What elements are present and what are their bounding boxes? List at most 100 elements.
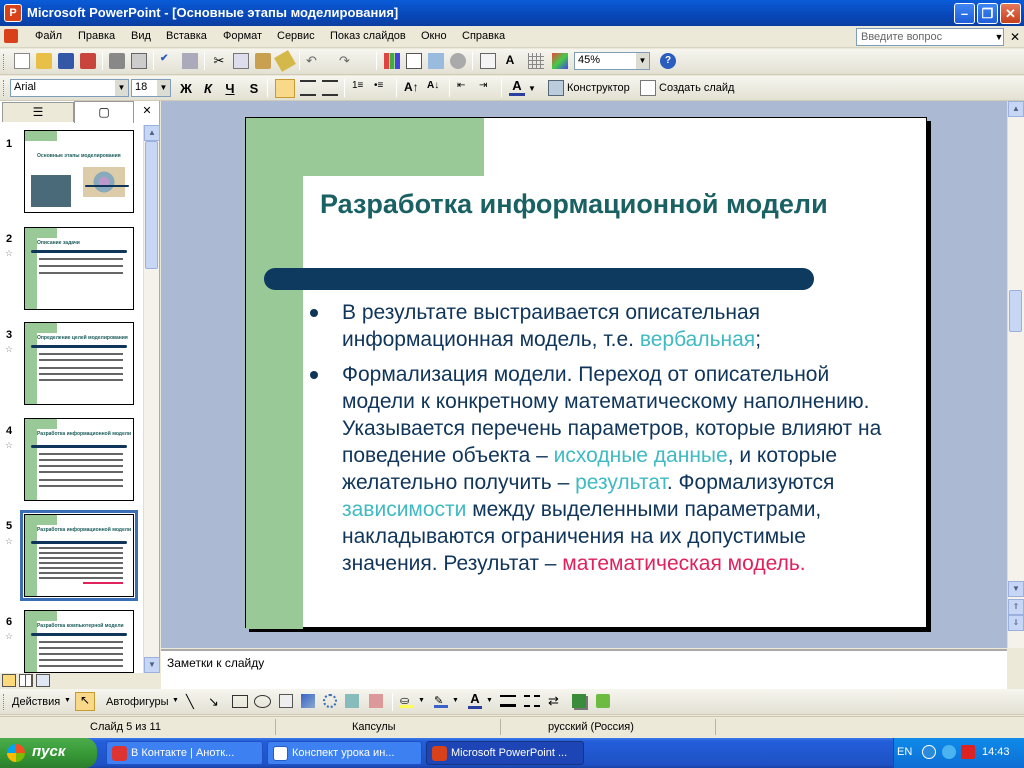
chevron-down-icon[interactable]: ▼ <box>452 697 459 704</box>
close-panel-icon[interactable]: ✕ <box>140 104 154 118</box>
close-document-icon[interactable]: ✕ <box>1010 30 1020 44</box>
open-folder-icon[interactable] <box>36 53 52 69</box>
line-color-icon[interactable]: ✎ <box>434 694 448 708</box>
line-tool-icon[interactable]: ╲ <box>186 694 202 710</box>
save-icon[interactable] <box>58 53 74 69</box>
menu-format[interactable]: Формат <box>223 30 262 42</box>
slide-thumbnail-6[interactable]: Разработка компьютерной модели <box>24 610 134 673</box>
increase-indent-icon[interactable]: ⇥ <box>479 80 495 96</box>
toolbar-grip[interactable] <box>3 694 6 710</box>
print-icon[interactable] <box>109 53 125 69</box>
arrow-style-icon[interactable]: ⇄ <box>548 693 559 709</box>
slide-canvas[interactable]: Разработка информационной модели В резул… <box>245 117 927 629</box>
powerpoint-icon[interactable]: P <box>4 4 22 22</box>
chevron-down-icon[interactable]: ▼ <box>528 84 536 93</box>
menu-help[interactable]: Справка <box>462 30 505 42</box>
insert-chart-icon[interactable] <box>384 53 400 69</box>
close-button[interactable]: ✕ <box>1000 3 1021 24</box>
font-size-select[interactable]: 18 ▼ <box>131 79 171 97</box>
slide-thumbnail-4[interactable]: Разработка информационной модели <box>24 418 134 501</box>
chevron-down-icon[interactable]: ▼ <box>172 697 179 704</box>
insert-picture-icon[interactable] <box>369 694 383 708</box>
chevron-down-icon[interactable]: ▼ <box>486 697 493 704</box>
task-browser[interactable]: В Контакте | Анотк... <box>106 741 263 765</box>
paste-icon[interactable] <box>255 53 271 69</box>
language-indicator[interactable]: EN <box>897 746 912 758</box>
back-arrow-icon[interactable] <box>922 745 936 759</box>
menu-file[interactable]: Файл <box>35 30 62 42</box>
diagram-icon[interactable] <box>323 694 337 708</box>
3d-style-icon[interactable] <box>596 694 610 708</box>
tab-slides[interactable]: ▢ <box>74 101 134 123</box>
scroll-up-icon[interactable]: ▲ <box>1008 101 1024 117</box>
help-search-input[interactable]: Введите вопрос <box>856 28 1004 46</box>
scroll-thumb[interactable] <box>1009 290 1022 332</box>
menu-tools[interactable]: Сервис <box>277 30 315 42</box>
menu-window[interactable]: Окно <box>421 30 447 42</box>
clock[interactable]: 14:43 <box>982 746 1010 758</box>
show-formatting-icon[interactable]: A <box>502 53 518 69</box>
slide-sorter-icon[interactable] <box>19 674 33 687</box>
expand-icon[interactable] <box>480 53 496 69</box>
undo-icon[interactable]: ↶ <box>306 53 322 69</box>
chevron-down-icon[interactable]: ▼ <box>994 29 1004 45</box>
text-box-icon[interactable] <box>279 694 293 708</box>
document-icon[interactable] <box>4 29 18 43</box>
align-left-button[interactable] <box>275 79 295 98</box>
arrow-tool-icon[interactable]: ↘ <box>208 694 224 710</box>
font-color-icon[interactable]: A <box>509 79 525 96</box>
wordart-icon[interactable] <box>301 694 315 708</box>
insert-table-icon[interactable] <box>406 53 422 69</box>
slide-thumbnail-1[interactable]: Основные этапы моделирования <box>24 130 134 213</box>
redo-icon[interactable]: ↷ <box>339 53 355 69</box>
slides-panel-scrollbar[interactable]: ▲ ▼ <box>143 125 160 673</box>
align-right-icon[interactable] <box>322 80 338 96</box>
shrink-font-icon[interactable]: A↓ <box>427 80 443 96</box>
oval-tool-icon[interactable] <box>254 695 271 708</box>
decrease-indent-icon[interactable]: ⇤ <box>457 80 473 96</box>
start-button[interactable]: пуск <box>0 738 97 768</box>
bullet-2[interactable]: Формализация модели. Переход от описател… <box>310 361 882 611</box>
permission-icon[interactable] <box>80 53 96 69</box>
scroll-down-icon[interactable]: ▼ <box>144 657 160 673</box>
scroll-thumb[interactable] <box>145 141 158 269</box>
normal-view-icon[interactable] <box>2 674 16 687</box>
grid-icon[interactable] <box>528 53 544 69</box>
research-icon[interactable] <box>182 53 198 69</box>
task-powerpoint[interactable]: Microsoft PowerPoint ... <box>426 741 584 765</box>
chevron-down-icon[interactable]: ▼ <box>636 53 649 69</box>
notes-pane[interactable] <box>161 649 1007 689</box>
autoshapes-menu[interactable]: Автофигуры <box>106 696 169 708</box>
format-painter-icon[interactable] <box>274 50 296 72</box>
slide-thumbnail-5[interactable]: Разработка информационной модели <box>20 510 138 601</box>
zoom-select[interactable]: 45% ▼ <box>574 52 650 70</box>
menu-slideshow[interactable]: Показ слайдов <box>330 30 406 42</box>
grow-font-icon[interactable]: A↑ <box>404 80 420 96</box>
font-select[interactable]: Arial ▼ <box>10 79 129 97</box>
bold-button[interactable]: Ж <box>177 79 195 98</box>
help-icon[interactable]: ? <box>660 53 676 69</box>
bullet-1[interactable]: В результате выстраивается описательная … <box>310 299 882 355</box>
actions-menu[interactable]: Действия <box>12 696 60 708</box>
scroll-down-icon[interactable]: ▼ <box>1008 581 1024 597</box>
print-preview-icon[interactable] <box>131 53 147 69</box>
scroll-up-icon[interactable]: ▲ <box>144 125 160 141</box>
dash-style-icon[interactable] <box>524 695 540 707</box>
clipart-icon[interactable] <box>345 694 359 708</box>
copy-icon[interactable] <box>233 53 249 69</box>
align-center-icon[interactable] <box>300 80 316 96</box>
chevron-down-icon[interactable]: ▼ <box>115 80 128 96</box>
shadow-style-icon[interactable] <box>572 694 586 708</box>
antivirus-icon[interactable] <box>961 745 975 759</box>
slide-thumbnail-3[interactable]: Определение целей моделирования <box>24 322 134 405</box>
new-document-icon[interactable] <box>14 53 30 69</box>
toolbar-grip[interactable] <box>3 54 6 70</box>
toolbar-grip[interactable] <box>3 80 6 96</box>
italic-button[interactable]: К <box>199 79 217 98</box>
fill-color-icon[interactable]: ⛀ <box>400 694 414 708</box>
minimize-button[interactable]: – <box>954 3 975 24</box>
menu-view[interactable]: Вид <box>131 30 151 42</box>
color-grayscale-icon[interactable] <box>552 53 568 69</box>
slide-thumbnail-2[interactable]: Описание задачи <box>24 227 134 310</box>
underline-button[interactable]: Ч <box>221 79 239 98</box>
